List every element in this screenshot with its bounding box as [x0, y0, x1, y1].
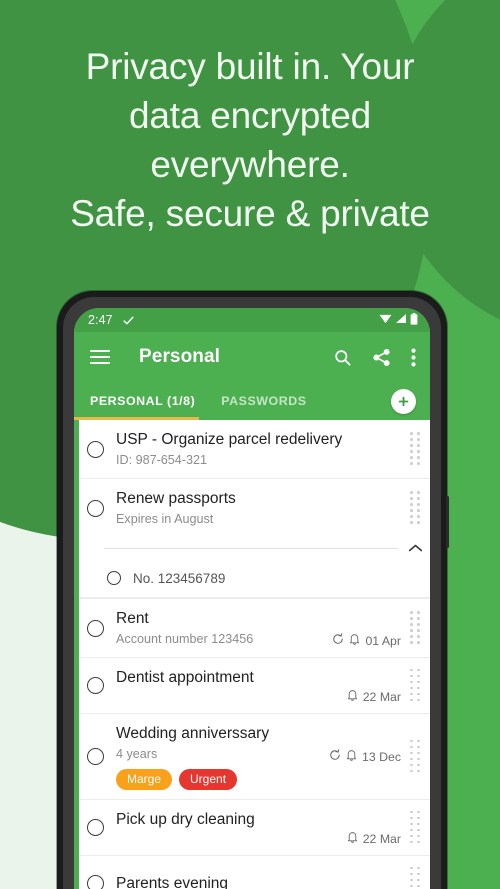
task-group: Renew passports Expires in August No. 12…	[74, 479, 430, 599]
task-checkbox[interactable]	[87, 819, 104, 836]
alarm-icon	[346, 749, 357, 764]
task-meta: 22 Mar	[347, 689, 408, 704]
alarm-icon	[347, 831, 358, 846]
signal-icon	[395, 313, 407, 327]
hamburger-menu-icon[interactable]	[90, 349, 110, 365]
phone-frame: 2:47 Personal PERSONAL (1/8) PASSWORDS U…	[57, 291, 449, 889]
status-time: 2:47	[88, 313, 113, 327]
tab-personal[interactable]: PERSONAL (1/8)	[90, 394, 195, 408]
task-meta: 01 Apr	[332, 633, 408, 648]
status-icons	[379, 312, 418, 328]
subtask-title: No. 123456789	[133, 570, 226, 586]
table-row[interactable]: Renew passports Expires in August	[74, 479, 430, 537]
phone-side-button[interactable]	[446, 496, 449, 548]
table-row[interactable]: Wedding anniverssary 4 years Marge Urgen…	[74, 714, 430, 800]
task-checkbox[interactable]	[87, 619, 104, 637]
tag-badge[interactable]: Urgent	[179, 769, 238, 790]
task-subline: Account number 123456	[116, 629, 332, 648]
share-icon[interactable]	[372, 348, 391, 367]
table-row[interactable]: USP - Organize parcel redelivery ID: 987…	[74, 420, 430, 479]
app-bar-title: Personal	[139, 346, 221, 367]
drag-handle-icon[interactable]	[408, 810, 423, 845]
divider-line	[104, 547, 398, 549]
task-title: Renew passports	[116, 490, 236, 507]
task-subtitle: ID: 987-654-321	[116, 453, 208, 467]
phone-screen: 2:47 Personal PERSONAL (1/8) PASSWORDS U…	[74, 308, 430, 889]
task-subtitle: Expires in August	[116, 512, 214, 526]
alarm-icon	[347, 689, 358, 704]
task-meta: 22 Mar	[347, 831, 408, 846]
task-title: Rent	[116, 610, 149, 627]
subtask-checkbox[interactable]	[107, 571, 121, 585]
add-item-button[interactable]	[391, 388, 416, 414]
task-subtitle: 4 years	[116, 747, 158, 761]
drag-handle-icon[interactable]	[408, 866, 423, 889]
subtask-row[interactable]: No. 123456789	[74, 559, 430, 598]
subtask-divider	[74, 537, 430, 559]
task-subtitle: Account number 123456	[116, 632, 254, 646]
task-date: 01 Apr	[365, 633, 401, 648]
task-title: Pick up dry cleaning	[116, 811, 255, 828]
search-icon[interactable]	[333, 348, 352, 367]
task-title: USP - Organize parcel redelivery	[116, 431, 343, 448]
list-left-accent	[74, 420, 79, 889]
alarm-icon	[349, 633, 360, 648]
task-date: 22 Mar	[362, 689, 401, 704]
task-title: Parents evening	[116, 875, 229, 889]
task-content: Dentist appointment	[116, 658, 347, 713]
tab-passwords[interactable]: PASSWORDS	[221, 394, 306, 408]
tag-list: Marge Urgent	[116, 769, 329, 790]
task-content: Renew passports Expires in August	[116, 479, 408, 537]
plus-icon	[398, 396, 409, 406]
repeat-icon	[332, 633, 344, 648]
tab-bar: PERSONAL (1/8) PASSWORDS	[74, 382, 430, 420]
task-subtitle	[116, 831, 347, 846]
task-content: Pick up dry cleaning	[116, 800, 347, 855]
app-bar: Personal	[74, 332, 430, 382]
screenshot-root: Privacy built in. Your data encrypted ev…	[0, 0, 500, 889]
task-date: 22 Mar	[362, 831, 401, 846]
task-content: Rent Account number 123456	[116, 599, 332, 657]
task-checkbox[interactable]	[87, 499, 104, 517]
task-meta: 13 Dec	[329, 749, 408, 764]
battery-icon	[410, 312, 418, 328]
task-checkbox[interactable]	[87, 677, 104, 694]
task-title: Wedding anniverssary	[116, 725, 270, 742]
wifi-icon	[379, 313, 392, 327]
drag-handle-icon[interactable]	[408, 611, 423, 645]
task-content: USP - Organize parcel redelivery ID: 987…	[116, 420, 408, 478]
tag-badge[interactable]: Marge	[116, 769, 173, 790]
task-title: Dentist appointment	[116, 669, 254, 686]
drag-handle-icon[interactable]	[408, 491, 423, 525]
task-checkbox[interactable]	[87, 875, 104, 889]
status-bar: 2:47	[74, 308, 430, 332]
task-subtitle	[116, 689, 347, 704]
table-row[interactable]: Dentist appointment 22 Mar	[74, 658, 430, 714]
chevron-up-icon[interactable]	[408, 543, 423, 553]
task-date: 13 Dec	[362, 749, 401, 764]
task-list[interactable]: USP - Organize parcel redelivery ID: 987…	[74, 420, 430, 889]
task-checkbox[interactable]	[87, 440, 104, 458]
phone-bezel: 2:47 Personal PERSONAL (1/8) PASSWORDS U…	[63, 297, 441, 889]
table-row[interactable]: Rent Account number 123456 01 Apr	[74, 599, 430, 658]
task-content: Parents evening	[116, 864, 408, 889]
task-checkbox[interactable]	[87, 748, 104, 765]
drag-handle-icon[interactable]	[408, 739, 423, 774]
drag-handle-icon[interactable]	[408, 432, 423, 466]
table-row[interactable]: Pick up dry cleaning 22 Mar	[74, 800, 430, 856]
page-title: Privacy built in. Your data encrypted ev…	[70, 46, 430, 234]
more-vertical-icon[interactable]	[411, 348, 416, 367]
drag-handle-icon[interactable]	[408, 668, 423, 703]
check-icon	[122, 314, 135, 327]
task-content: Wedding anniverssary 4 years Marge Urgen…	[116, 714, 329, 799]
table-row[interactable]: Parents evening	[74, 856, 430, 889]
repeat-icon	[329, 749, 341, 764]
